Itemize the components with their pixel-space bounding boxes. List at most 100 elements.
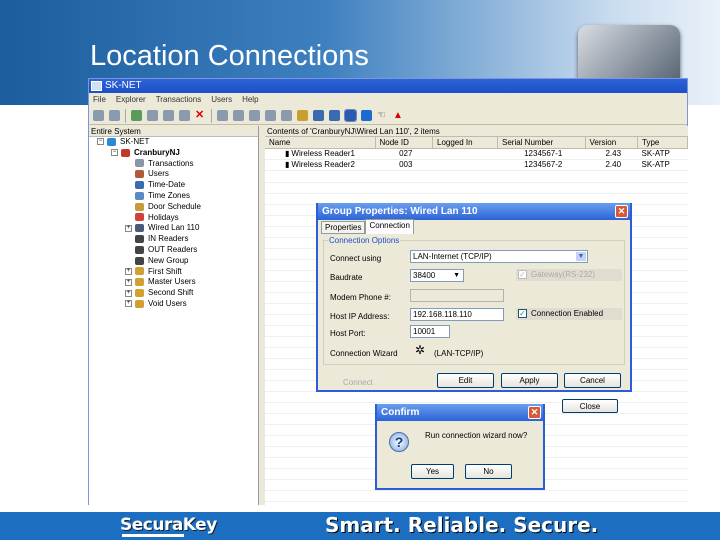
details-icon[interactable]: [344, 109, 357, 122]
hand-icon[interactable]: ☜: [377, 110, 388, 121]
expand-toggle[interactable]: −: [97, 138, 104, 146]
menu-explorer[interactable]: Explorer: [116, 93, 146, 107]
tree-item[interactable]: + Second Shift: [89, 288, 258, 299]
tree-item[interactable]: + Master Users: [89, 277, 258, 288]
print-icon[interactable]: [93, 110, 104, 121]
close-button[interactable]: Close: [562, 399, 618, 413]
menu-help[interactable]: Help: [242, 93, 258, 107]
tree-item[interactable]: + First Shift: [89, 267, 258, 278]
disconnect-icon[interactable]: [147, 110, 158, 121]
tree-item[interactable]: + Void Users: [89, 299, 258, 310]
menu-transactions[interactable]: Transactions: [156, 93, 202, 107]
confirm-dialog: Confirm ✕ ? Run connection wizard now? Ye…: [375, 404, 545, 490]
tree-item-label: Wired Lan 110: [148, 223, 200, 233]
large-icons-icon[interactable]: [313, 110, 324, 121]
wizard-icon[interactable]: ✲: [415, 343, 425, 357]
tree-item[interactable]: Users: [89, 169, 258, 180]
no-button[interactable]: No: [465, 464, 512, 479]
tree-item[interactable]: − SK-NET: [89, 137, 258, 148]
tree-node-icon: [135, 235, 144, 244]
tree-node-icon: [135, 170, 144, 179]
tree-item-label: New Group: [148, 255, 189, 265]
close-icon[interactable]: ✕: [615, 205, 628, 218]
tree-item-label: First Shift: [148, 266, 182, 276]
baudrate-select[interactable]: 38400 ▼: [410, 269, 464, 282]
modem-phone-input[interactable]: [410, 289, 504, 302]
tree-item[interactable]: OUT Readers: [89, 245, 258, 256]
alarm-icon[interactable]: ▲: [393, 110, 404, 121]
expand-toggle[interactable]: +: [125, 224, 132, 232]
expand-toggle[interactable]: +: [125, 289, 132, 297]
expand-toggle[interactable]: +: [125, 278, 132, 286]
window-titlebar[interactable]: SK-NET: [89, 79, 687, 93]
cell-value: SK-ATP: [641, 149, 670, 158]
gear-icon[interactable]: [233, 110, 244, 121]
host-ip-input[interactable]: 192.168.118.110: [410, 308, 504, 321]
dialog-titlebar[interactable]: Group Properties: Wired Lan 110 ✕: [318, 203, 630, 220]
column-header[interactable]: Name: [265, 137, 376, 149]
cancel-button[interactable]: Cancel: [564, 373, 621, 388]
gateway-checkbox[interactable]: ✓ Gateway(RS-232): [516, 269, 622, 281]
yes-button[interactable]: Yes: [411, 464, 454, 479]
tree-node-icon: [135, 299, 144, 308]
up-folder-icon[interactable]: [297, 110, 308, 121]
slide-title: Location Connections: [90, 40, 369, 72]
tree-item[interactable]: New Group: [89, 256, 258, 267]
table-cell: 1234567-1: [497, 148, 585, 160]
connect-button[interactable]: Connect: [343, 378, 373, 387]
keyboard-icon[interactable]: [265, 110, 276, 121]
table-cell: 003: [375, 159, 433, 171]
host-port-input[interactable]: 10001: [410, 325, 450, 338]
edit-button[interactable]: Edit: [437, 373, 494, 388]
column-header[interactable]: Node ID: [375, 137, 433, 149]
column-header[interactable]: Type: [637, 137, 688, 149]
expand-toggle[interactable]: −: [111, 149, 118, 157]
connect-using-select[interactable]: LAN-Internet (TCP/IP) ▼: [410, 250, 588, 263]
tree-pane: Entire System − SK-NET − CranburyNJ Transact…: [89, 126, 259, 505]
tab-connection[interactable]: Connection: [365, 219, 414, 234]
apply-button[interactable]: Apply: [501, 373, 558, 388]
preview-icon[interactable]: [109, 110, 120, 121]
connection-wizard-label: Connection Wizard: [330, 349, 398, 358]
paste-icon[interactable]: [179, 110, 190, 121]
connect-icon[interactable]: [131, 110, 142, 121]
tree-item-label: Master Users: [148, 277, 196, 287]
tree-item[interactable]: Time Zones: [89, 191, 258, 202]
table-row[interactable]: ▮ Wireless Reader1 027 1234567-1 2.43 SK-ATP: [265, 148, 688, 160]
modem-label: Modem Phone #:: [330, 293, 391, 302]
table-cell: ▮ Wireless Reader2: [265, 159, 375, 171]
lock-icon[interactable]: [249, 110, 260, 121]
tree-item[interactable]: + Wired Lan 110: [89, 223, 258, 234]
reader-icon: ▮: [285, 149, 290, 158]
column-header[interactable]: Serial Number: [497, 137, 586, 149]
tree-item[interactable]: − CranburyNJ: [89, 148, 258, 159]
connection-enabled-checkbox[interactable]: ✓ Connection Enabled: [516, 308, 622, 320]
tree-item[interactable]: Time-Date: [89, 180, 258, 191]
menu-file[interactable]: File: [93, 93, 106, 107]
tree-item-label: Users: [148, 169, 169, 179]
list-icon[interactable]: [329, 110, 340, 121]
host-port-label: Host Port:: [330, 329, 366, 338]
table-row[interactable]: ▮ Wireless Reader2 003 1234567-2 2.40 SK-ATP: [265, 159, 688, 171]
properties-icon[interactable]: [361, 110, 372, 121]
expand-toggle[interactable]: +: [125, 300, 132, 308]
tree-item[interactable]: Transactions: [89, 159, 258, 170]
tree-item[interactable]: IN Readers: [89, 234, 258, 245]
column-header[interactable]: Logged In: [432, 137, 498, 149]
dialog-title: Group Properties: Wired Lan 110: [322, 206, 478, 217]
cell-value: 2.43: [605, 149, 622, 158]
copy-icon[interactable]: [163, 110, 174, 121]
separator: [125, 108, 126, 123]
column-header[interactable]: Version: [585, 137, 638, 149]
confirm-titlebar[interactable]: Confirm ✕: [377, 404, 543, 421]
tree-item[interactable]: Holidays: [89, 213, 258, 224]
expand-toggle[interactable]: +: [125, 267, 132, 275]
door-icon[interactable]: [217, 110, 228, 121]
tree-item[interactable]: Door Schedule: [89, 202, 258, 213]
refresh-icon[interactable]: [281, 110, 292, 121]
close-icon[interactable]: ✕: [528, 406, 541, 419]
menu-users[interactable]: Users: [211, 93, 232, 107]
tree-item-label: SK-NET: [120, 137, 150, 146]
delete-icon[interactable]: ✕: [195, 110, 206, 121]
tab-properties[interactable]: Properties: [321, 221, 366, 234]
